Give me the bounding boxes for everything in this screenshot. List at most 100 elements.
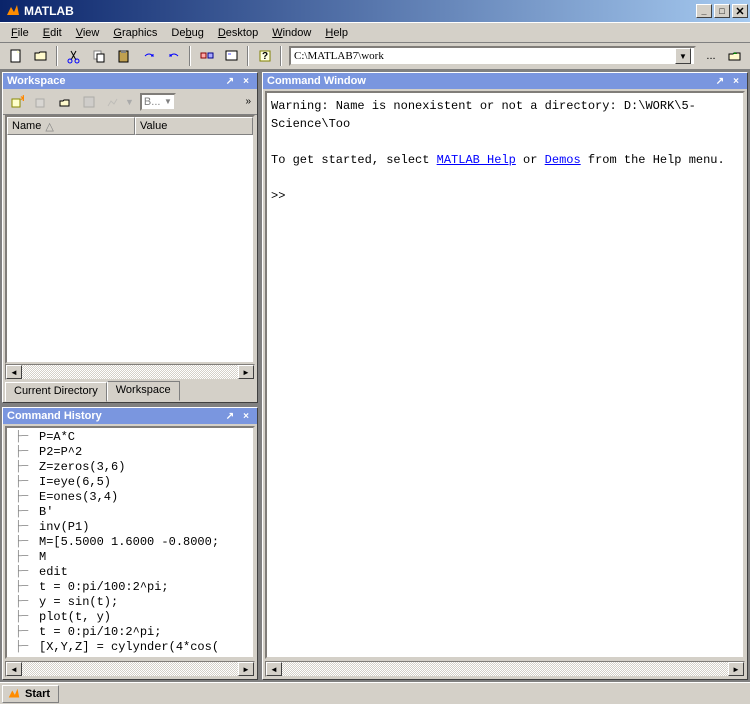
command-close-button[interactable]: × — [729, 74, 743, 88]
history-item[interactable]: ├─E=ones(3,4) — [7, 490, 253, 505]
help-button[interactable]: ? — [253, 45, 276, 67]
command-history-panel: Command History ↗ × ├─P=A*C├─P2=P^2├─Z=z… — [2, 407, 258, 680]
workspace-toolbar: ✱ ▼ B...▼ » — [3, 89, 257, 115]
simulink-button[interactable] — [195, 45, 218, 67]
history-item[interactable]: ├─B' — [7, 505, 253, 520]
path-up-button[interactable] — [723, 45, 746, 67]
new-var-button[interactable]: ✱ — [5, 91, 28, 113]
menu-window[interactable]: Window — [265, 25, 318, 41]
command-scroll-h[interactable]: ◄ ► — [265, 661, 745, 677]
menu-file[interactable]: File — [4, 25, 36, 41]
open-button[interactable] — [29, 45, 52, 67]
undock-button[interactable]: ↗ — [223, 74, 237, 88]
stack-dropdown[interactable]: B...▼ — [140, 93, 176, 111]
history-title-text: Command History — [7, 410, 221, 422]
save-ws-button[interactable] — [77, 91, 100, 113]
history-item[interactable]: ├─plot(t, y) — [7, 610, 253, 625]
history-item[interactable]: ├─y = sin(t); — [7, 595, 253, 610]
history-item[interactable]: ├─M — [7, 550, 253, 565]
plot-button[interactable] — [101, 91, 124, 113]
history-item[interactable]: ├─t = 0:pi/100:2^pi; — [7, 580, 253, 595]
copy-icon — [91, 48, 107, 64]
workspace-titlebar: Workspace ↗ × — [3, 73, 257, 89]
history-item[interactable]: ├─M=[5.5000 1.6000 -0.8000; — [7, 535, 253, 550]
cut-icon — [66, 48, 82, 64]
scroll-left-button[interactable]: ◄ — [6, 365, 22, 379]
command-titlebar: Command Window ↗ × — [263, 73, 747, 89]
history-undock-button[interactable]: ↗ — [223, 409, 237, 423]
undo-button[interactable] — [137, 45, 160, 67]
import-button[interactable] — [53, 91, 76, 113]
col-name-header[interactable]: Name △ — [7, 117, 135, 135]
matlab-icon — [5, 3, 21, 19]
start-bar: Start — [0, 682, 750, 704]
history-item[interactable]: ├─P2=P^2 — [7, 445, 253, 460]
new-button[interactable] — [4, 45, 27, 67]
minimize-button[interactable]: _ — [696, 4, 712, 18]
paste-icon — [116, 48, 132, 64]
paste-button[interactable] — [112, 45, 135, 67]
workspace-title-text: Workspace — [7, 75, 221, 87]
start-button[interactable]: Start — [2, 685, 59, 703]
path-dropdown-arrow[interactable]: ▼ — [675, 48, 691, 64]
history-scroll-h[interactable]: ◄ ► — [5, 661, 255, 677]
command-title-text: Command Window — [267, 75, 711, 87]
close-button[interactable]: ✕ — [732, 4, 748, 18]
command-window[interactable]: Warning: Name is nonexistent or not a di… — [265, 91, 745, 659]
menu-debug[interactable]: Debug — [164, 25, 210, 41]
history-scroll-left[interactable]: ◄ — [6, 662, 22, 676]
close-panel-button[interactable]: × — [239, 74, 253, 88]
current-folder-input[interactable]: C:\MATLAB7\work ▼ — [289, 46, 696, 66]
redo-button[interactable] — [162, 45, 185, 67]
demos-link[interactable]: Demos — [545, 153, 581, 167]
history-item[interactable]: ├─Z=zeros(3,6) — [7, 460, 253, 475]
help-icon: ? — [257, 48, 273, 64]
matlab-help-link[interactable]: MATLAB Help — [437, 153, 516, 167]
import-icon — [58, 95, 72, 109]
history-item[interactable]: ├─[X,Y,Z] = cylynder(4*cos( — [7, 640, 253, 655]
history-item[interactable]: ├─edit — [7, 565, 253, 580]
menu-desktop[interactable]: Desktop — [211, 25, 265, 41]
command-undock-button[interactable]: ↗ — [713, 74, 727, 88]
cut-button[interactable] — [62, 45, 85, 67]
history-item[interactable]: ├─inv(P1) — [7, 520, 253, 535]
menu-help[interactable]: Help — [318, 25, 355, 41]
tab-workspace[interactable]: Workspace — [107, 381, 180, 401]
history-list[interactable]: ├─P=A*C├─P2=P^2├─Z=zeros(3,6)├─I=eye(6,5… — [5, 426, 255, 659]
getting-started-text: To get started, select MATLAB Help or De… — [271, 151, 739, 169]
tab-current-directory[interactable]: Current Directory — [5, 382, 107, 402]
history-close-button[interactable]: × — [239, 409, 253, 423]
menu-view[interactable]: View — [69, 25, 107, 41]
matlab-start-icon — [7, 687, 21, 701]
col-value-header[interactable]: Value — [135, 117, 253, 135]
history-scroll-right[interactable]: ► — [238, 662, 254, 676]
workspace-table[interactable]: Name △ Value — [5, 115, 255, 364]
undo-icon — [141, 48, 157, 64]
open-var-button[interactable] — [29, 91, 52, 113]
history-item[interactable]: ├─t = 0:pi/10:2^pi; — [7, 625, 253, 640]
guide-icon — [224, 48, 240, 64]
maximize-button[interactable]: □ — [714, 4, 730, 18]
cmd-scroll-right[interactable]: ► — [728, 662, 744, 676]
workspace-scroll-h[interactable]: ◄ ► — [5, 364, 255, 380]
workspace-panel: Workspace ↗ × ✱ ▼ B...▼ » Name △ Value — [2, 72, 258, 403]
browse-path-button[interactable]: ... — [701, 45, 721, 67]
open-var-icon — [34, 95, 48, 109]
copy-button[interactable] — [87, 45, 110, 67]
main-area: Workspace ↗ × ✱ ▼ B...▼ » Name △ Value — [0, 70, 750, 682]
new-var-icon: ✱ — [10, 95, 24, 109]
history-item[interactable]: ├─P=A*C — [7, 430, 253, 445]
scroll-right-button[interactable]: ► — [238, 365, 254, 379]
guide-button[interactable] — [220, 45, 243, 67]
menu-edit[interactable]: Edit — [36, 25, 69, 41]
menu-graphics[interactable]: Graphics — [106, 25, 164, 41]
simulink-icon — [199, 48, 215, 64]
toolbar-chevron-icon[interactable]: » — [245, 96, 255, 107]
workspace-tabs: Current Directory Workspace — [3, 382, 257, 402]
folder-up-icon — [727, 48, 743, 64]
command-prompt[interactable]: >> — [271, 187, 739, 205]
plot-icon — [106, 95, 120, 109]
svg-text:?: ? — [261, 51, 267, 62]
cmd-scroll-left[interactable]: ◄ — [266, 662, 282, 676]
history-item[interactable]: ├─I=eye(6,5) — [7, 475, 253, 490]
